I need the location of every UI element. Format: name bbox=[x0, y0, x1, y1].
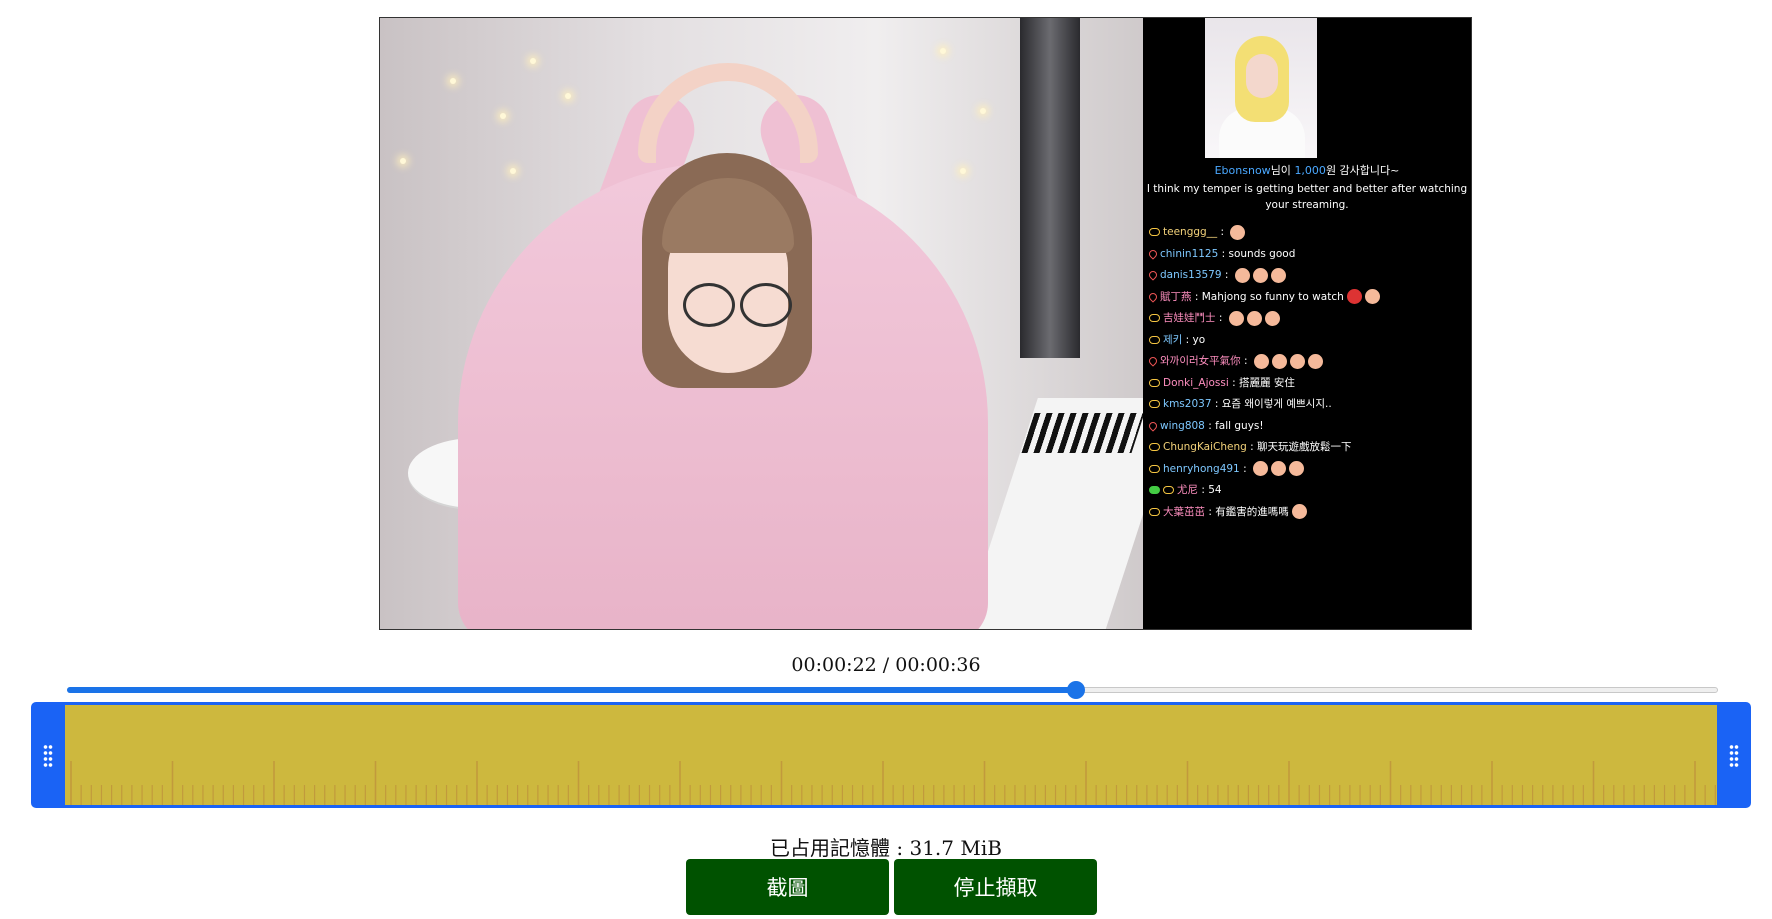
chat-username: 大葉茁茁 bbox=[1163, 505, 1205, 518]
badge-icon bbox=[1149, 486, 1160, 494]
seek-slider[interactable] bbox=[67, 681, 1718, 699]
chat-text: : fall guys! bbox=[1204, 419, 1264, 432]
chat-text: : 有鑑害的進嗎嗎 bbox=[1205, 505, 1289, 518]
chat-message: 賦丁燕 : Mahjong so funny to watch bbox=[1149, 287, 1467, 309]
badge-icon bbox=[1149, 314, 1160, 322]
chat-text: : 54 bbox=[1198, 484, 1222, 496]
emote-icon bbox=[1253, 353, 1269, 369]
chat-message: 吉娃娃鬥士 : bbox=[1149, 308, 1467, 330]
emote-icon bbox=[1270, 461, 1286, 476]
heart-badge-icon bbox=[1149, 419, 1159, 432]
chat-text: : 聊天玩遊戲放鬆一下 bbox=[1246, 441, 1352, 453]
chat-list: teenggg__ : chinin1125 : sounds good dan… bbox=[1149, 222, 1467, 523]
chat-message: 제키 : yo bbox=[1149, 330, 1467, 352]
chat-username: henryhong491 bbox=[1163, 462, 1240, 475]
donation-amount: 1,000 bbox=[1294, 164, 1326, 177]
donation-line: Ebonsnow님이 1,000원 감사합니다~ bbox=[1143, 163, 1471, 179]
emote-icon bbox=[1234, 267, 1250, 283]
chat-message: wing808 : fall guys! bbox=[1149, 416, 1467, 438]
video-scene bbox=[380, 18, 1181, 629]
donation-text-after: 원 감사합니다~ bbox=[1325, 164, 1400, 177]
emote-icon bbox=[1252, 267, 1268, 283]
range-editor[interactable] bbox=[31, 702, 1751, 808]
drag-grip-icon bbox=[43, 744, 53, 768]
chat-message: chinin1125 : sounds good bbox=[1149, 244, 1467, 266]
drag-grip-icon bbox=[1729, 744, 1739, 768]
chat-message: 大葉茁茁 : 有鑑害的進嗎嗎 bbox=[1149, 502, 1467, 524]
chat-username: 吉娃娃鬥士 bbox=[1163, 312, 1216, 324]
donation-message: I think my temper is getting better and … bbox=[1146, 183, 1468, 211]
range-end-handle[interactable] bbox=[1717, 702, 1751, 808]
chat-text: : yo bbox=[1182, 333, 1206, 346]
chat-message: henryhong491 : bbox=[1149, 459, 1467, 481]
chat-username: 尤尼 bbox=[1177, 484, 1198, 496]
memory-usage: 已占用記憶體 : 31.7 MiB bbox=[770, 836, 1002, 860]
emote-icon bbox=[1270, 267, 1286, 283]
chat-text: : sounds good bbox=[1218, 247, 1296, 260]
emote-icon bbox=[1230, 224, 1246, 240]
webcam-inset bbox=[1205, 18, 1317, 158]
heart-badge-icon bbox=[1149, 247, 1159, 260]
stop-capture-button[interactable]: 停止擷取 bbox=[894, 859, 1097, 915]
chat-text: : bbox=[1215, 312, 1226, 324]
emote-icon bbox=[1271, 353, 1287, 369]
emote-icon bbox=[1291, 504, 1307, 519]
chat-username: 賦丁燕 bbox=[1160, 290, 1192, 303]
chat-username: wing808 bbox=[1160, 419, 1205, 432]
emote-icon bbox=[1288, 461, 1304, 476]
chat-text: : 搭麗麗 安住 bbox=[1228, 376, 1295, 389]
badge-icon bbox=[1149, 400, 1160, 408]
badge-icon bbox=[1149, 443, 1160, 451]
emote-icon bbox=[1246, 310, 1262, 326]
seek-progress bbox=[67, 687, 1076, 693]
chat-username: chinin1125 bbox=[1160, 247, 1219, 260]
chat-username: teenggg__ bbox=[1163, 226, 1218, 238]
seek-thumb[interactable] bbox=[1066, 681, 1085, 699]
chat-username: Donki_Ajossi bbox=[1163, 376, 1229, 389]
badge-icon bbox=[1149, 464, 1160, 473]
emote-icon bbox=[1252, 461, 1268, 476]
chat-message: 尤尼 : 54 bbox=[1149, 480, 1467, 502]
emote-icon bbox=[1228, 310, 1244, 326]
heart-badge-icon bbox=[1149, 290, 1159, 303]
screenshot-button[interactable]: 截圖 bbox=[686, 859, 889, 915]
chat-overlay: Ebonsnow님이 1,000원 감사합니다~ I think my temp… bbox=[1143, 18, 1471, 629]
chat-text: : bbox=[1239, 462, 1250, 475]
chat-message: Donki_Ajossi : 搭麗麗 安住 bbox=[1149, 373, 1467, 395]
chat-message: 와까이러女平氣你 : bbox=[1149, 351, 1467, 373]
emote-icon bbox=[1264, 310, 1280, 326]
chat-text: : bbox=[1240, 355, 1251, 367]
badge-icon bbox=[1163, 486, 1174, 494]
range-start-handle[interactable] bbox=[31, 702, 65, 808]
chat-text: : 요즘 왜이렇게 예쁘시지.. bbox=[1211, 398, 1332, 410]
chat-text: : bbox=[1217, 226, 1228, 238]
chat-message: ChungKaiCheng : 聊天玩遊戲放鬆一下 bbox=[1149, 437, 1467, 459]
heart-badge-icon bbox=[1149, 269, 1159, 281]
chat-username: ChungKaiCheng bbox=[1163, 441, 1247, 453]
chat-message: teenggg__ : bbox=[1149, 222, 1467, 244]
chat-text: : Mahjong so funny to watch bbox=[1191, 290, 1344, 303]
emote-icon bbox=[1289, 353, 1305, 369]
chat-message: kms2037 : 요즘 왜이렇게 예쁘시지.. bbox=[1149, 394, 1467, 416]
timeline-ruler bbox=[70, 761, 1716, 805]
emote-icon bbox=[1307, 353, 1323, 369]
heart-badge-icon bbox=[1149, 355, 1159, 367]
badge-icon bbox=[1149, 507, 1160, 516]
chat-text: : bbox=[1221, 269, 1232, 281]
donation-text-before: 님이 bbox=[1270, 164, 1295, 177]
video-preview[interactable]: Ebonsnow님이 1,000원 감사합니다~ I think my temp… bbox=[379, 17, 1472, 630]
badge-icon bbox=[1149, 228, 1160, 236]
emote-icon bbox=[1364, 289, 1380, 304]
chat-username: kms2037 bbox=[1163, 398, 1212, 410]
donation-user: Ebonsnow bbox=[1214, 164, 1271, 177]
badge-icon bbox=[1149, 378, 1160, 387]
chat-username: 제키 bbox=[1163, 333, 1183, 346]
badge-icon bbox=[1149, 335, 1160, 344]
time-display: 00:00:22 / 00:00:36 bbox=[791, 654, 981, 676]
chat-username: danis13579 bbox=[1160, 269, 1222, 281]
emote-icon bbox=[1346, 289, 1362, 304]
timeline-strip[interactable] bbox=[65, 705, 1717, 805]
chat-username: 와까이러女平氣你 bbox=[1160, 355, 1241, 367]
chat-message: danis13579 : bbox=[1149, 265, 1467, 287]
